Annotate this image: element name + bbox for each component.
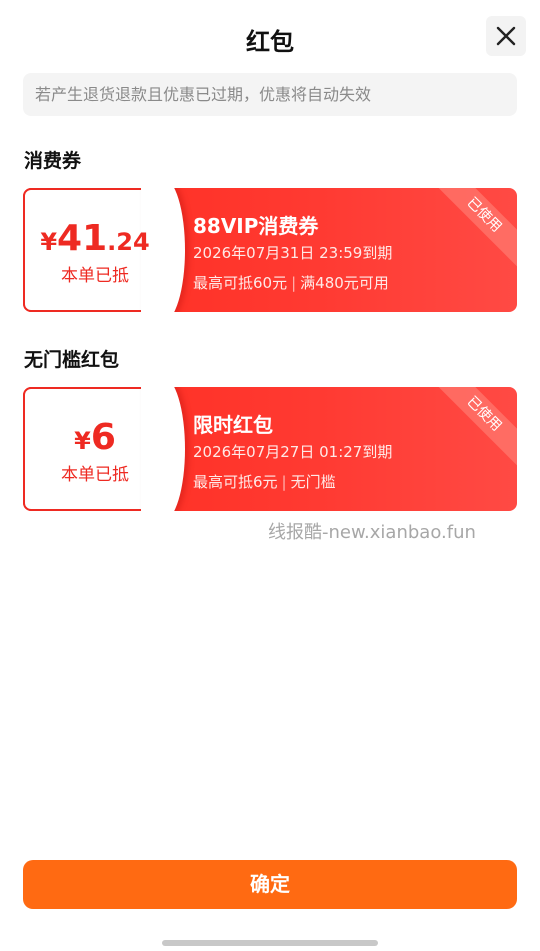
- coupon-expiry: 2026年07月27日 01:27到期: [193, 443, 393, 461]
- coupon-expiry: 2026年07月31日 23:59到期: [193, 244, 393, 262]
- coupon-card-88vip[interactable]: ¥41.24 本单已抵 88VIP消费券 2026年07月31日 23:59到期…: [23, 188, 517, 312]
- refund-notice: 若产生退货退款且优惠已过期，优惠将自动失效: [23, 73, 517, 116]
- close-button[interactable]: [486, 16, 526, 56]
- watermark-text: 线报酷-new.xianbao.fun: [268, 522, 476, 543]
- home-indicator[interactable]: [162, 940, 378, 946]
- header-title: 红包: [246, 28, 294, 56]
- coupon-amount: ¥41.24: [40, 218, 150, 259]
- coupon-terms: 最高可抵60元 | 满480元可用: [193, 274, 389, 292]
- coupon-amount: ¥6: [74, 417, 116, 458]
- coupon-terms: 最高可抵6元 | 无门槛: [193, 473, 336, 491]
- section-title-no-threshold: 无门槛红包: [24, 349, 120, 371]
- coupon-amount-note: 本单已抵: [61, 465, 129, 485]
- coupon-name: 88VIP消费券: [193, 214, 319, 238]
- section-title-consumption: 消费券: [24, 150, 82, 172]
- used-ribbon: 已使用: [437, 387, 517, 467]
- confirm-button[interactable]: 确定: [23, 860, 517, 909]
- used-ribbon: 已使用: [437, 188, 517, 268]
- coupon-amount-note: 本单已抵: [61, 266, 129, 286]
- coupon-card-limited[interactable]: ¥6 本单已抵 限时红包 2026年07月27日 01:27到期 最高可抵6元 |…: [23, 387, 517, 511]
- close-icon: [496, 26, 516, 46]
- coupon-name: 限时红包: [193, 413, 273, 437]
